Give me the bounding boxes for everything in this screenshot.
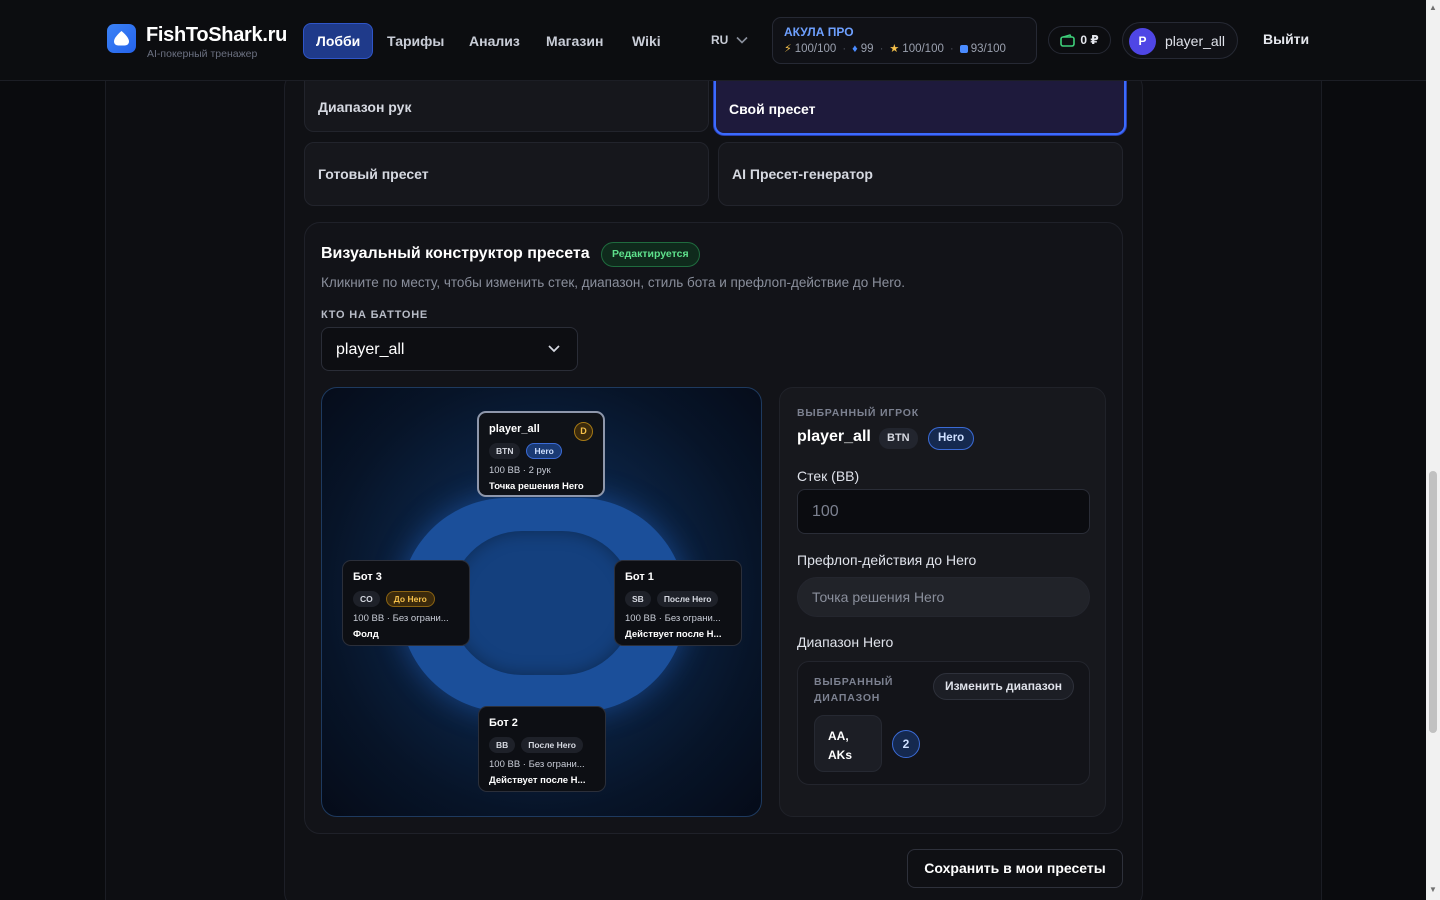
nav-wiki[interactable]: Wiki — [620, 23, 673, 59]
logo-icon[interactable] — [107, 24, 136, 53]
scrollbar[interactable]: ▲ ▼ — [1426, 0, 1440, 900]
poker-table: player_all D BTN Hero 100 BB · 2 рук Точ… — [321, 387, 762, 817]
panel-hero-badge: Hero — [928, 427, 975, 450]
range-count-badge: 2 — [892, 730, 920, 758]
scroll-up-icon[interactable]: ▲ — [1429, 3, 1437, 12]
star-icon: ★ — [889, 43, 900, 55]
table-felt-inner — [450, 531, 634, 675]
seat-order-tag: До Hero — [385, 591, 435, 607]
preflop-action-select[interactable]: Точка решения Hero — [797, 577, 1090, 617]
change-range-button[interactable]: Изменить диапазон — [933, 673, 1075, 700]
seat-name: Бот 2 — [489, 717, 518, 729]
seat-action: Точка решения Hero — [489, 481, 584, 492]
dealer-button: D — [574, 422, 593, 441]
seat-position: BTN — [489, 443, 521, 459]
option-ai-generator[interactable]: AI Пресет-генератор — [718, 142, 1123, 206]
seat-bot-3[interactable]: Бот 3 CO До Hero 100 BB · Без ограни... … — [342, 560, 470, 646]
chevron-down-icon — [548, 345, 560, 353]
user-name: player_all — [1165, 33, 1225, 49]
range-box: ВЫБРАННЫЙ ДИАПАЗОН Изменить диапазон AA,… — [797, 661, 1090, 785]
language-label: RU — [711, 33, 729, 47]
preset-builder: Визуальный конструктор пресета Редактиру… — [304, 222, 1123, 834]
range-hands: AA, AKs — [814, 715, 882, 772]
seat-stack: 100 BB · Без ограни... — [625, 613, 721, 624]
plan-limits: ⚡ 100/100 · ♦ 99 · ★ 100/100 · 93/100 — [784, 42, 1006, 56]
logo-title[interactable]: FishToShark.ru — [146, 24, 287, 47]
seat-action: Действует после Н... — [489, 775, 586, 786]
builder-description: Кликните по месту, чтобы изменить стек, … — [321, 275, 905, 290]
scrollbar-thumb[interactable] — [1429, 471, 1437, 733]
option-ready-preset[interactable]: Готовый пресет — [304, 142, 709, 206]
stack-label: Стек (BB) — [797, 468, 860, 484]
seat-hero[interactable]: player_all D BTN Hero 100 BB · 2 рук Точ… — [477, 411, 605, 497]
nav-analysis[interactable]: Анализ — [457, 23, 532, 59]
balance-value: 0 ₽ — [1080, 33, 1099, 47]
diamond-icon: ♦ — [852, 42, 858, 55]
seat-bot-2[interactable]: Бот 2 BB После Hero 100 BB · Без ограни.… — [478, 706, 606, 792]
stack-input[interactable]: 100 — [797, 489, 1090, 534]
seat-stack: 100 BB · Без ограни... — [353, 613, 449, 624]
seat-order-tag: После Hero — [656, 591, 719, 607]
tokens-value: 93/100 — [970, 42, 1006, 55]
seat-position: BB — [489, 737, 516, 753]
seat-name: Бот 3 — [353, 571, 382, 583]
token-icon — [959, 44, 968, 53]
seat-order-tag: После Hero — [521, 737, 583, 753]
stars-value: 100/100 — [902, 42, 944, 55]
builder-title: Визуальный конструктор пресета — [321, 245, 590, 262]
scroll-down-icon[interactable]: ▼ — [1429, 885, 1437, 894]
range-sublabel: ВЫБРАННЫЙ ДИАПАЗОН — [814, 676, 894, 704]
seat-hero-tag: Hero — [526, 443, 562, 459]
seat-stack: 100 BB · Без ограни... — [489, 759, 585, 770]
button-player-label: КТО НА БАТТОНЕ — [321, 309, 429, 321]
chevron-down-icon — [736, 36, 748, 44]
shark-fin-icon — [114, 31, 129, 46]
wallet-icon — [1060, 33, 1076, 47]
button-player-select[interactable]: player_all — [321, 327, 578, 371]
top-header: FishToShark.ru AI-покерный тренажер Лобб… — [0, 0, 1426, 81]
avatar: P — [1129, 28, 1156, 55]
nav-shop[interactable]: Магазин — [534, 23, 615, 59]
energy-value: 100/100 — [794, 42, 837, 55]
selected-player-panel: ВЫБРАННЫЙ ИГРОК player_all BTN Hero Стек… — [779, 387, 1106, 817]
gems-value: 99 — [860, 42, 874, 55]
panel-position-badge: BTN — [879, 428, 918, 449]
seat-bot-1[interactable]: Бот 1 SB После Hero 100 BB · Без ограни.… — [614, 560, 742, 646]
seat-name: player_all — [489, 423, 540, 435]
language-switcher[interactable]: RU — [711, 33, 748, 47]
button-player-value: player_all — [336, 341, 405, 358]
status-badge: Редактируется — [601, 242, 700, 267]
plan-title: АКУЛА ПРО — [784, 25, 854, 39]
nav-lobby[interactable]: Лобби — [303, 23, 374, 59]
logout-button[interactable]: Выйти — [1263, 31, 1309, 47]
seat-position: CO — [353, 591, 380, 607]
panel-label: ВЫБРАННЫЙ ИГРОК — [797, 407, 919, 419]
seat-action: Фолд — [353, 629, 379, 640]
nav-tariffs[interactable]: Тарифы — [375, 23, 456, 59]
range-label: Диапазон Hero — [797, 634, 894, 650]
logo-subtitle: AI-покерный тренажер — [147, 48, 258, 60]
plan-stats[interactable]: АКУЛА ПРО ⚡ 100/100 · ♦ 99 · ★ 100/100 ·… — [772, 17, 1037, 64]
panel-player-name: player_all — [797, 428, 871, 445]
seat-stack: 100 BB · 2 рук — [489, 465, 551, 476]
save-preset-button[interactable]: Сохранить в мои пресеты — [907, 849, 1123, 888]
seat-position: SB — [625, 591, 651, 607]
user-menu[interactable]: P player_all — [1122, 22, 1238, 59]
actions-label: Префлоп-действия до Hero — [797, 552, 977, 568]
wallet-balance[interactable]: 0 ₽ — [1048, 26, 1111, 54]
lightning-icon: ⚡ — [784, 43, 792, 55]
seat-action: Действует после Н... — [625, 629, 722, 640]
seat-name: Бот 1 — [625, 571, 654, 583]
